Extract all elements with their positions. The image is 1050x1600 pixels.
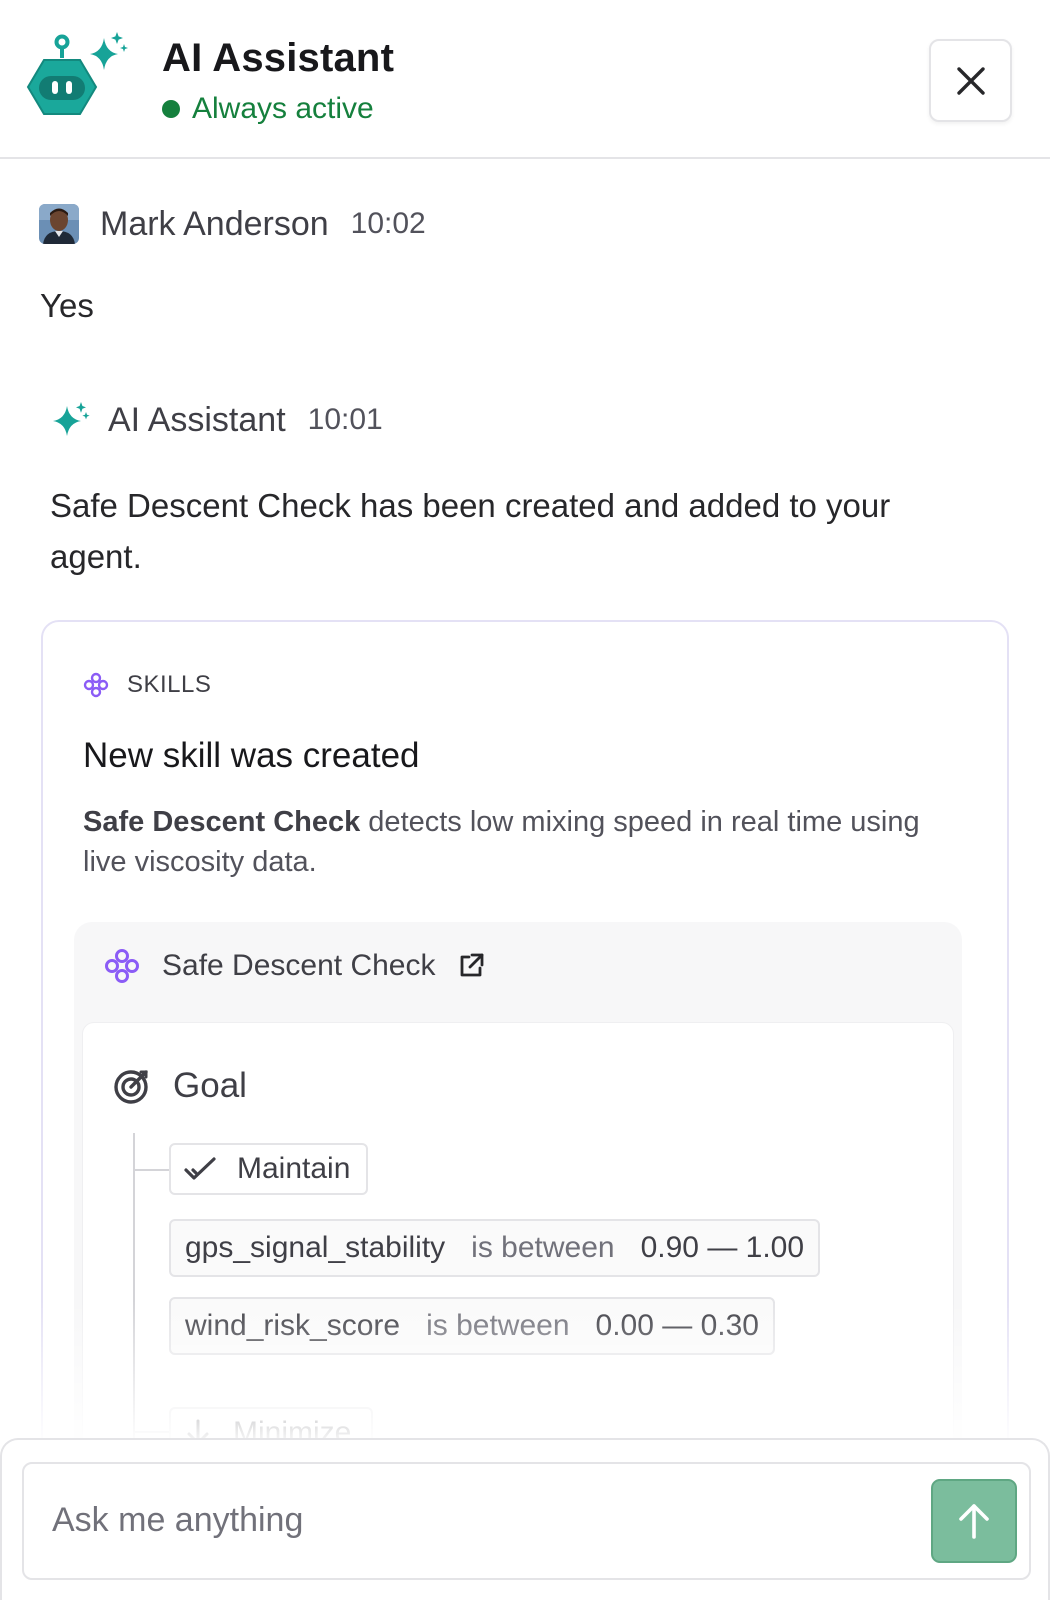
message-text-user: Yes [40,287,94,324]
external-link-icon [461,953,484,977]
close-button[interactable] [929,39,1012,122]
composer [0,1438,1050,1600]
message-input-box [22,1462,1031,1580]
status-dot [162,100,180,118]
skill-link[interactable]: Safe Descent Check [104,948,485,984]
arrow-up-icon [959,1504,989,1539]
goal-header: Goal [113,1066,247,1106]
status-indicator: Always active [162,92,374,126]
message-text-assistant: Safe Descent Check has been created and … [50,487,891,575]
target-icon [114,1070,148,1104]
sparkle-icon [53,402,90,436]
tree-branch [133,1169,169,1171]
close-icon [956,66,985,95]
message-header-assistant: AI Assistant 10:01 [50,400,383,440]
condition-metric: wind_risk_score [185,1309,401,1342]
assistant-title: AI Assistant [162,36,395,80]
condition-range: 0.90 — 1.00 [640,1231,805,1264]
condition-range: 0.00 — 0.30 [595,1309,759,1342]
condition-row[interactable]: gps_signal_stability is between 0.90 — 1… [169,1219,821,1277]
skills-kicker: SKILLS [83,671,211,699]
condition-operator: is between [426,1309,570,1342]
user-avatar [39,204,79,244]
skill-link-label: Safe Descent Check [162,949,436,982]
send-button[interactable] [931,1479,1017,1563]
message-input[interactable] [52,1490,912,1550]
condition-metric: gps_signal_stability [185,1231,446,1264]
message-header-user: Mark Anderson 10:02 [39,204,426,244]
skill-icon [83,672,109,698]
robot-sparkle-icon [26,32,128,115]
message-time: 10:02 [350,207,426,240]
tree-branch [133,1431,169,1433]
card-title: New skill was created [83,736,420,775]
tree-connector [133,1133,135,1443]
sender-name: AI Assistant [108,400,286,439]
message-time: 10:01 [307,403,383,436]
sender-name: Mark Anderson [100,204,329,243]
skill-name-bold: Safe Descent Check [83,806,361,838]
skill-icon [105,949,139,983]
card-description: Safe Descent Check detects low mixing sp… [83,802,943,882]
status-text: Always active [192,92,374,125]
condition-row[interactable]: wind_risk_score is between 0.00 — 0.30 [169,1297,775,1355]
maintain-label: Maintain [237,1152,351,1185]
goal-label: Goal [173,1066,247,1105]
chat-header: AI Assistant Always active [0,0,1050,159]
skills-kicker-label: SKILLS [127,671,212,698]
maintain-chip[interactable]: Maintain [169,1143,368,1195]
check-icon [184,1157,216,1180]
condition-operator: is between [471,1231,615,1264]
